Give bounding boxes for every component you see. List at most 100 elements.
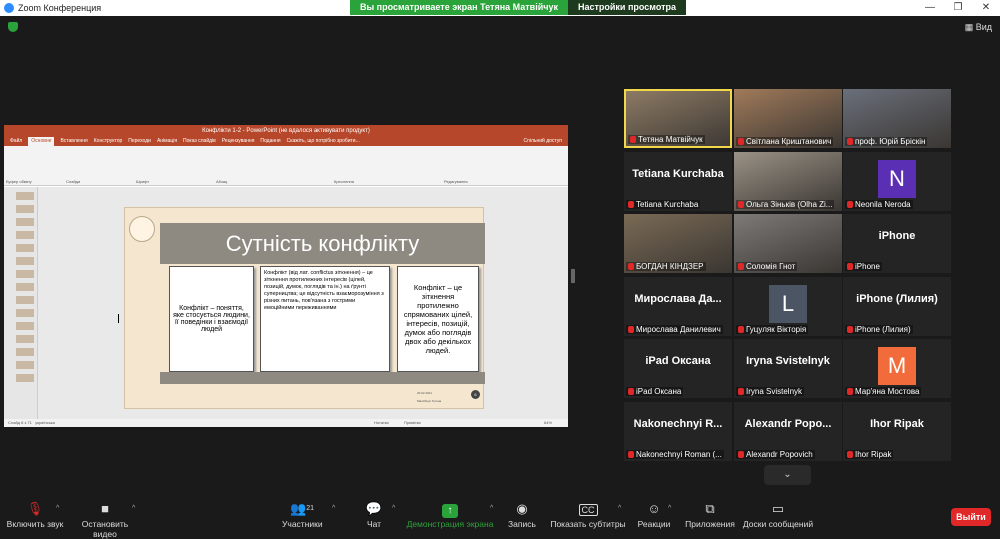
view-button[interactable]: ▦ Вид [965, 22, 992, 33]
share-link[interactable]: Спільний доступ [524, 137, 562, 146]
tab-file[interactable]: Файл [10, 137, 22, 146]
mic-off-icon [847, 263, 853, 270]
chat-button[interactable]: 💬 Чат [362, 501, 386, 529]
split-handle[interactable] [571, 269, 575, 283]
chevron-up-icon[interactable]: ^ [490, 505, 493, 512]
participant-tile[interactable]: L Гуцуляк Вікторія [734, 276, 842, 336]
participant-tile[interactable]: Ольга Зіньків (Olha Zi... [734, 151, 842, 211]
chevron-up-icon[interactable]: ^ [392, 505, 395, 512]
slide-canvas[interactable]: Сутність конфлікту Конфлікт – поняття, я… [38, 187, 568, 419]
chat-icon: 💬 [365, 501, 383, 516]
mic-off-icon [847, 388, 853, 395]
participant-tile[interactable]: Мирослава Да... Мирослава Данилевич [624, 276, 732, 336]
participant-name: iPad Оксана [636, 387, 682, 396]
participant-name: Tetiana Kurchaba [636, 199, 699, 209]
shield-icon[interactable] [8, 22, 18, 32]
tab-insert[interactable]: Вставлення [60, 137, 87, 146]
shared-screen: Конфлікти 1-2 - PowerPoint (не вдалося а… [4, 125, 568, 427]
participant-tile[interactable]: Tetiana Kurchaba Tetiana Kurchaba [624, 151, 732, 211]
participant-name: Neonila Neroda [855, 199, 911, 209]
unmute-label: Включить звук [6, 519, 64, 529]
participant-tile[interactable]: Nakonechnyi R... Nakonechnyi Roman (... [624, 401, 732, 461]
participant-name-label: Мар'яна Мостова [845, 387, 922, 396]
share-screen-button[interactable]: ↑ Демонстрация экрана [406, 501, 494, 529]
mic-off-icon [628, 325, 634, 333]
video-camera-icon: ■ [101, 501, 109, 516]
zoom-level[interactable]: 64% [544, 419, 552, 427]
mic-off-icon [628, 263, 634, 270]
participant-name-label: iPad Оксана [626, 387, 684, 396]
mouse-cursor-icon [118, 314, 124, 323]
tell-me-box[interactable]: Скажіть, що потрібно зробити... [287, 137, 360, 146]
ribbon: Буфер обміну Слайди Шрифт Абзац Кресленн… [4, 146, 568, 186]
participant-tile[interactable]: iPad Оксана iPad Оксана [624, 339, 732, 398]
tab-home[interactable]: Основне [28, 137, 55, 146]
chevron-up-icon[interactable]: ^ [332, 505, 335, 512]
participant-name-label: Ihor Ripak [845, 449, 894, 459]
participant-name: Ihor Ripak [855, 449, 892, 459]
participant-tile[interactable]: БОГДАН КІНДЗЕР [624, 214, 732, 273]
view-options-button[interactable]: Настройки просмотра [567, 0, 687, 15]
tab-slideshow[interactable]: Показ слайдів [183, 137, 216, 146]
participant-display-name: Nakonechnyi R... [633, 417, 723, 430]
participant-tile[interactable]: M Мар'яна Мостова [843, 339, 951, 398]
participant-tile[interactable]: N Neonila Neroda [843, 151, 951, 211]
mic-off-icon [630, 136, 636, 143]
apps-button[interactable]: ⧉ Приложения [684, 501, 736, 529]
participant-tile[interactable]: проф. Юрій Бріскін [843, 89, 951, 148]
participant-display-name: Ihor Ripak [870, 417, 924, 430]
tab-transitions[interactable]: Переходи [128, 137, 151, 146]
comments-button[interactable]: Примітки [404, 419, 421, 427]
participant-name: Світлана Криштанович [746, 137, 832, 146]
slide-thumbnails[interactable] [4, 187, 38, 419]
slide-title: Сутність конфлікту [225, 231, 420, 256]
tab-review[interactable]: Рецензування [222, 137, 255, 146]
participant-tile[interactable]: Iryna Svistelnyk Iryna Svistelnyk [734, 339, 842, 398]
record-button[interactable]: ◉ Запись [506, 501, 538, 529]
participant-tile[interactable]: Соломія Гнот [734, 214, 842, 273]
reactions-label: Реакции [637, 519, 671, 529]
reactions-button[interactable]: ☺ Реакции [636, 501, 672, 529]
stop-video-button[interactable]: ■ Остановить видео [70, 501, 140, 539]
participant-tile[interactable]: Тетяна Матвійчук [624, 89, 732, 148]
participant-name: Мирослава Данилевич [636, 324, 721, 334]
tab-view[interactable]: Подання [260, 137, 280, 146]
language-indicator[interactable]: українська [35, 420, 55, 425]
chevron-up-icon[interactable]: ^ [668, 505, 671, 512]
slide-date: 20.02.2021 [417, 391, 433, 395]
mic-off-icon [738, 138, 744, 145]
maximize-icon[interactable]: ❐ [944, 0, 972, 16]
captions-button[interactable]: CC Показать субтитры [550, 501, 626, 529]
ribbon-group-drawing: Креслення [334, 179, 354, 184]
chevron-up-icon[interactable]: ^ [132, 505, 135, 512]
mic-off-icon [847, 450, 853, 458]
participant-name-label: Tetiana Kurchaba [626, 199, 701, 209]
participant-name-label: Alexandr Popovich [736, 449, 815, 459]
mic-off-icon [738, 200, 744, 208]
notes-button[interactable]: Нотатки [374, 419, 389, 427]
participant-name: iPhone [855, 262, 880, 271]
mic-off-icon [738, 263, 744, 270]
close-icon[interactable]: ✕ [972, 0, 1000, 16]
zoom-logo-icon [4, 3, 14, 13]
avatar: L [769, 284, 807, 323]
whiteboards-button[interactable]: ▭ Доски сообщений [742, 501, 814, 529]
captions-label: Показать субтитры [550, 519, 626, 529]
ribbon-tabs: Файл Основне Вставлення Конструктор Пере… [4, 137, 568, 146]
participant-tile[interactable]: Ihor Ripak Ihor Ripak [843, 401, 951, 461]
status-bar: Слайд 6 з 71 українська Нотатки Примітки… [4, 419, 568, 427]
tab-animation[interactable]: Анімація [157, 137, 177, 146]
participant-tile[interactable]: iPhone iPhone [843, 214, 951, 273]
participants-button[interactable]: 👥21 Участники [282, 501, 323, 529]
leave-button[interactable]: Выйти [951, 508, 991, 526]
participant-name: iPhone (Лилия) [855, 324, 911, 334]
participant-tile[interactable]: iPhone (Лилия) iPhone (Лилия) [843, 276, 951, 336]
chevron-up-icon[interactable]: ^ [618, 505, 621, 512]
share-screen-icon: ↑ [406, 501, 494, 519]
tab-design[interactable]: Конструктор [94, 137, 123, 146]
minimize-icon[interactable]: — [916, 0, 944, 16]
chevron-up-icon[interactable]: ^ [56, 505, 59, 512]
chevron-down-icon[interactable]: ⌄ [764, 465, 811, 485]
participant-tile[interactable]: Alexandr Popo... Alexandr Popovich [734, 401, 842, 461]
participant-tile[interactable]: Світлана Криштанович [734, 89, 842, 148]
